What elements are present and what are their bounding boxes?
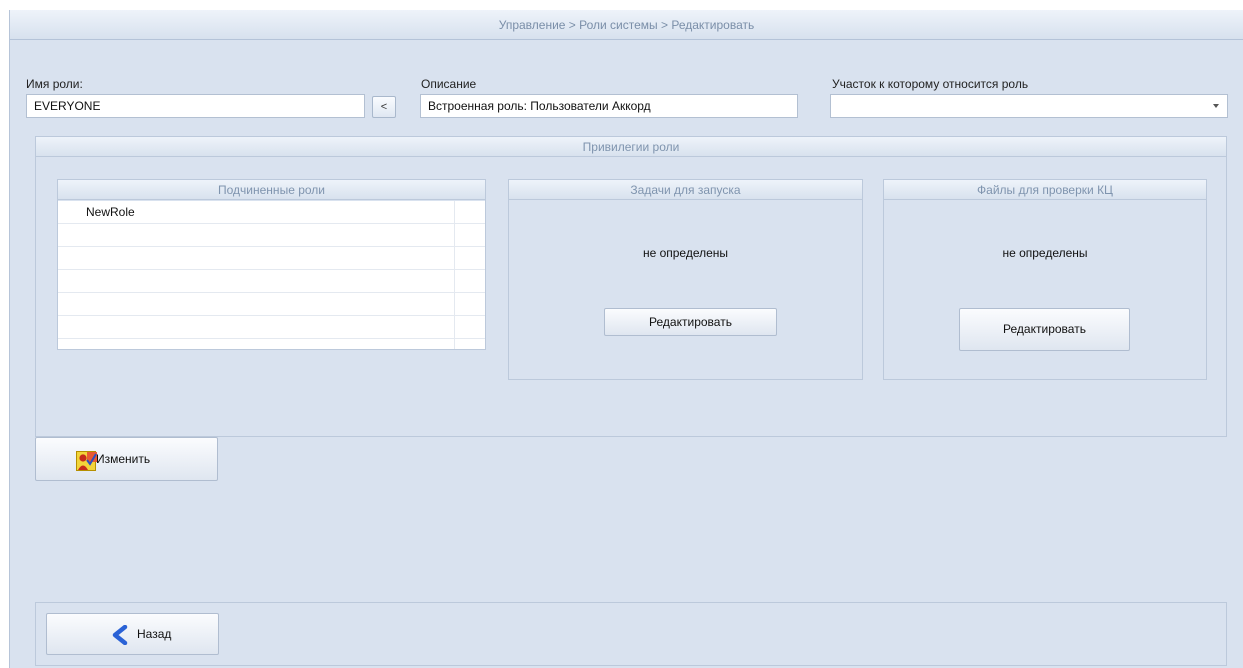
description-label: Описание	[421, 77, 477, 91]
tasks-edit-button[interactable]: Редактировать	[604, 308, 777, 336]
tasks-panel-title: Задачи для запуска	[509, 180, 862, 200]
subroles-panel-title: Подчиненные роли	[58, 180, 485, 200]
privileges-panel-title: Привилегии роли	[36, 137, 1226, 157]
bottom-bar: Назад	[35, 602, 1227, 666]
change-button[interactable]: Изменить	[35, 437, 218, 481]
files-panel: Файлы для проверки КЦ не определены Реда…	[883, 179, 1207, 380]
list-item[interactable]	[58, 316, 485, 339]
main-window: Управление > Роли системы > Редактироват…	[9, 10, 1243, 668]
list-item[interactable]: NewRole	[58, 201, 485, 224]
breadcrumb: Управление > Роли системы > Редактироват…	[10, 10, 1243, 40]
files-edit-button[interactable]: Редактировать	[959, 308, 1130, 351]
section-label: Участок к которому относится роль	[832, 77, 1029, 91]
change-button-label: Изменить	[96, 452, 151, 466]
tasks-status: не определены	[642, 246, 729, 260]
role-name-input[interactable]: EVERYONE	[26, 94, 365, 118]
role-name-label: Имя роли:	[26, 77, 83, 91]
list-item[interactable]	[58, 224, 485, 247]
files-panel-title: Файлы для проверки КЦ	[884, 180, 1206, 200]
subroles-list[interactable]: NewRole	[58, 201, 485, 349]
back-button-label: Назад	[137, 627, 172, 641]
privileges-panel: Привилегии роли Подчиненные роли NewRole…	[35, 136, 1227, 437]
subroles-panel: Подчиненные роли NewRole	[57, 179, 486, 350]
role-name-arrow-button[interactable]: <	[372, 96, 396, 118]
chevron-down-icon[interactable]	[1213, 104, 1219, 108]
back-button[interactable]: Назад	[46, 613, 219, 655]
list-item[interactable]	[58, 247, 485, 270]
list-divider	[454, 201, 455, 349]
user-edit-icon	[76, 451, 97, 471]
chevron-left-icon	[110, 624, 130, 646]
section-select[interactable]	[830, 94, 1228, 118]
description-input[interactable]: Встроенная роль: Пользователи Аккорд	[420, 94, 798, 118]
list-item[interactable]	[58, 270, 485, 293]
tasks-panel: Задачи для запуска не определены Редакти…	[508, 179, 863, 380]
list-item[interactable]	[58, 293, 485, 316]
files-status: не определены	[1002, 246, 1088, 260]
